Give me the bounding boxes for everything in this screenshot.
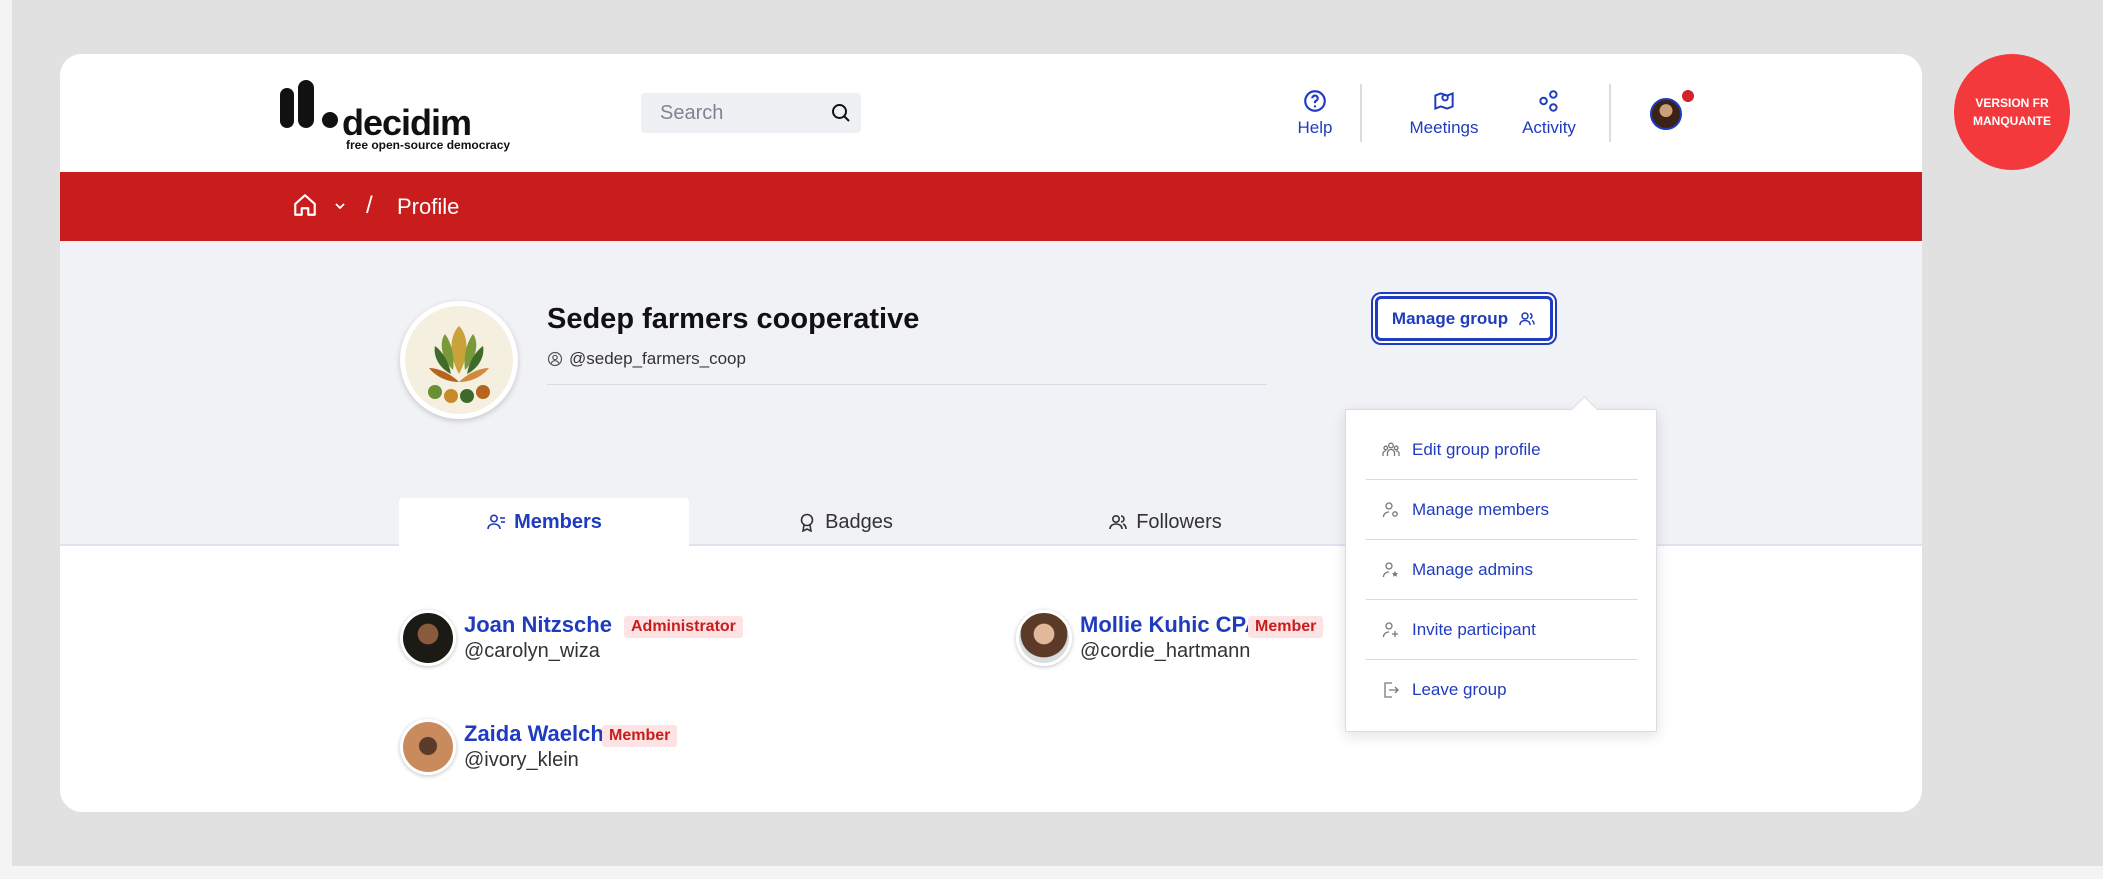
- user-star-icon: [1382, 561, 1398, 577]
- nav-divider: [1360, 84, 1362, 142]
- breadcrumb-current: Profile: [397, 194, 460, 219]
- menu-item-label: Invite participant: [1412, 619, 1536, 639]
- group-logo-image: [405, 306, 513, 414]
- role-badge: Administrator: [624, 616, 743, 638]
- tab-followers[interactable]: Followers: [1100, 498, 1230, 546]
- page-left-band: [0, 0, 12, 879]
- nav-activity-label: Activity: [1522, 118, 1576, 137]
- decidim-logo-icon: [280, 80, 338, 128]
- manage-group-button[interactable]: Manage group: [1375, 296, 1553, 341]
- manage-group-label: Manage group: [1391, 308, 1509, 328]
- user-settings-icon: [1382, 501, 1398, 517]
- manage-group-menu: Edit group profile Manage members Manage…: [1345, 409, 1657, 732]
- user-add-icon: [1382, 621, 1398, 637]
- logo-tagline: free open-source democracy: [346, 138, 511, 152]
- menu-item-label: Edit group profile: [1412, 439, 1541, 459]
- menu-item-label: Leave group: [1412, 680, 1507, 699]
- breadcrumb: / Profile: [60, 172, 1922, 241]
- users-icon: [1519, 311, 1535, 325]
- nav-meetings-label: Meetings: [1409, 118, 1479, 137]
- version-badge-line2: MANQUANTE: [1973, 114, 2051, 128]
- chevron-down-icon[interactable]: [334, 200, 346, 212]
- menu-item-label: Manage admins: [1412, 559, 1533, 579]
- badge-icon: [800, 513, 814, 532]
- activity-icon: [1539, 90, 1558, 112]
- followers-icon: [1109, 514, 1128, 530]
- member-nickname: @carolyn_wiza: [464, 640, 600, 662]
- nav-help-label: Help: [1297, 118, 1333, 137]
- help-circle-icon: [1304, 90, 1326, 112]
- search-icon[interactable]: [829, 101, 853, 125]
- breadcrumb-separator: /: [366, 192, 373, 219]
- group-edit-icon: [1382, 442, 1400, 456]
- group-nickname: @sedep_farmers_coop: [547, 349, 746, 369]
- logout-icon: [1384, 682, 1399, 698]
- member-name[interactable]: Mollie Kuhic CPA: [1080, 612, 1261, 638]
- role-badge: Member: [602, 725, 678, 747]
- member-nickname: @cordie_hartmann: [1080, 640, 1251, 662]
- group-name: Sedep farmers cooperative: [547, 303, 920, 335]
- notification-dot: [1682, 90, 1694, 102]
- user-circle-icon: [547, 351, 563, 367]
- member-avatar[interactable]: [1016, 610, 1072, 666]
- tab-members[interactable]: Members: [399, 498, 689, 546]
- menu-item-leave-group[interactable]: Leave group: [1366, 660, 1638, 720]
- map-pin-icon: [1434, 91, 1454, 111]
- menu-item-edit-group-profile[interactable]: Edit group profile: [1366, 420, 1638, 480]
- divider: [547, 384, 1267, 385]
- search-input[interactable]: [641, 93, 821, 133]
- version-badge: VERSION FR MANQUANTE: [1954, 54, 2070, 170]
- nav-help[interactable]: Help: [1285, 88, 1345, 148]
- group-nickname-text: @sedep_farmers_coop: [569, 349, 746, 368]
- role-badge: Member: [1248, 616, 1324, 638]
- tab-badges[interactable]: Badges: [770, 498, 920, 546]
- nav-meetings[interactable]: Meetings: [1396, 88, 1492, 148]
- tab-followers-label: Followers: [1136, 510, 1222, 533]
- site-header: decidim free open-source democracy Help: [60, 54, 1922, 172]
- nav-divider: [1609, 84, 1611, 142]
- search-box: [641, 93, 861, 133]
- menu-item-manage-admins[interactable]: Manage admins: [1366, 540, 1638, 600]
- decidim-logo[interactable]: decidim free open-source democracy: [280, 80, 511, 152]
- member-name[interactable]: Joan Nitzsche: [464, 612, 612, 638]
- member-avatar[interactable]: [400, 719, 456, 775]
- user-avatar[interactable]: [1650, 98, 1682, 130]
- tab-badges-label: Badges: [825, 510, 893, 533]
- member-avatar[interactable]: [400, 610, 456, 666]
- member-nickname: @ivory_klein: [464, 749, 579, 771]
- page-bottom-band: [0, 866, 2103, 879]
- version-badge-line1: VERSION FR: [1975, 96, 2049, 110]
- menu-item-manage-members[interactable]: Manage members: [1366, 480, 1638, 540]
- group-avatar: [400, 301, 518, 419]
- tab-members-label: Members: [514, 510, 602, 533]
- nav-activity[interactable]: Activity: [1509, 88, 1589, 148]
- member-name[interactable]: Zaida Waelchi: [464, 721, 610, 747]
- home-icon[interactable]: [292, 192, 318, 218]
- menu-item-label: Manage members: [1412, 499, 1550, 519]
- app-window: decidim free open-source democracy Help: [60, 54, 1922, 812]
- menu-item-invite-participant[interactable]: Invite participant: [1366, 600, 1638, 660]
- members-icon: [487, 514, 506, 530]
